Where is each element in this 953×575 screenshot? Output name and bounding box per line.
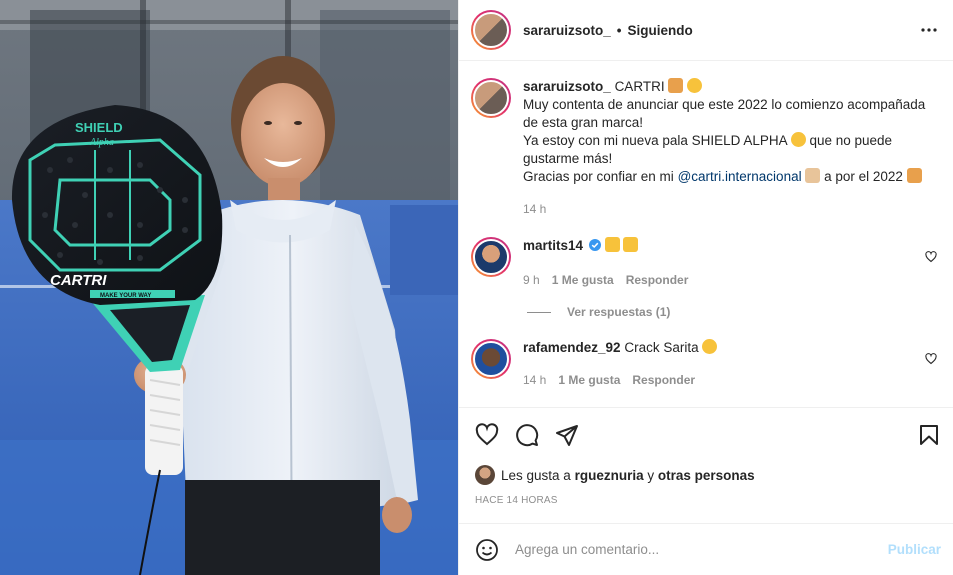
comment-avatar[interactable] — [471, 237, 511, 277]
more-horizontal-icon — [921, 28, 937, 32]
post-side-panel: sararuizsoto_ • Siguiendo sararuizsoto_ … — [458, 0, 953, 575]
verified-badge-icon — [588, 239, 601, 251]
clapping-emoji-icon — [604, 237, 620, 252]
comment-input[interactable] — [515, 542, 888, 557]
likes-prefix: Les gusta a — [501, 467, 571, 483]
comment-likes[interactable]: 1 Me gusta — [558, 371, 620, 389]
caption-avatar[interactable] — [471, 78, 511, 118]
comments-list: sararuizsoto_ CARTRI Muy contenta de anu… — [459, 61, 953, 407]
heart-eyes-emoji-icon — [702, 339, 718, 354]
comment-meta: 14 h 1 Me gusta Responder — [523, 371, 911, 389]
mention-link[interactable]: @cartri.internacional — [678, 169, 802, 184]
author-avatar[interactable] — [471, 10, 511, 50]
comment-bubble-icon[interactable] — [515, 423, 539, 447]
post-photo[interactable]: SHIELD Alpha CARTRI MAKE YOUR WAY — [0, 0, 458, 575]
reply-button[interactable]: Responder — [626, 271, 689, 289]
paddle-brand-text: CARTRI — [50, 272, 107, 289]
liker-username[interactable]: rgueznuria — [575, 468, 644, 483]
caption-line-1: CARTRI — [614, 79, 665, 94]
caption-time[interactable]: 14 h — [523, 200, 546, 218]
reply-button[interactable]: Responder — [632, 371, 695, 389]
likes-summary: Les gusta a rgueznuria y otras personas — [459, 461, 953, 485]
caption: sararuizsoto_ CARTRI Muy contenta de anu… — [471, 78, 939, 218]
liker-avatar[interactable] — [475, 465, 495, 485]
hands-emoji-icon — [906, 168, 922, 183]
paddle-slogan-text: MAKE YOUR WAY — [100, 293, 151, 299]
like-comment-heart-icon[interactable] — [925, 353, 937, 365]
add-comment-bar: Publicar — [459, 523, 953, 575]
comment-username[interactable]: martits14 — [523, 238, 583, 253]
comment-text: Crack Sarita — [624, 340, 699, 355]
comment-item: martits14 9 h 1 Me gusta Responder — [471, 237, 939, 289]
other-likers-link[interactable]: otras personas — [658, 468, 755, 483]
following-button[interactable]: Siguiendo — [628, 23, 693, 38]
caption-body: sararuizsoto_ CARTRI Muy contenta de anu… — [523, 78, 939, 218]
view-replies-button[interactable]: Ver respuestas (1) — [527, 305, 939, 319]
save-bookmark-icon[interactable] — [917, 423, 941, 447]
comment-item: rafamendez_92 Crack Sarita 14 h 1 Me gus… — [471, 339, 939, 389]
view-replies-label: Ver respuestas (1) — [567, 305, 671, 319]
paddle-model-sub-text: Alpha — [89, 137, 114, 148]
post-header: sararuizsoto_ • Siguiendo — [459, 0, 953, 61]
more-options-button[interactable] — [919, 20, 939, 40]
share-paper-plane-icon[interactable] — [555, 423, 579, 447]
caption-line-7: a por el 2022 — [824, 169, 903, 184]
instagram-post: SHIELD Alpha CARTRI MAKE YOUR WAY sararu… — [0, 0, 953, 575]
likes-joiner: y — [647, 467, 655, 483]
comment-time[interactable]: 14 h — [523, 371, 546, 389]
caption-line-2: Muy contenta de anunciar que este 2022 l… — [523, 97, 926, 130]
heart-eyes-emoji-icon — [687, 78, 703, 93]
author-username[interactable]: sararuizsoto_ — [523, 23, 611, 38]
comment-body: rafamendez_92 Crack Sarita 14 h 1 Me gus… — [523, 339, 939, 389]
like-heart-icon[interactable] — [475, 422, 499, 447]
smiling-hearts-emoji-icon — [790, 132, 806, 147]
emoji-smiley-icon[interactable] — [475, 538, 499, 562]
clapping-emoji-icon — [623, 237, 639, 252]
like-comment-heart-icon[interactable] — [925, 251, 937, 263]
flexed-biceps-emoji-icon — [805, 168, 821, 183]
comment-avatar[interactable] — [471, 339, 511, 379]
caption-line-3: Ya estoy con mi nueva pala SHIELD ALPHA — [523, 133, 787, 148]
header-separator: • — [616, 22, 622, 38]
comment-time[interactable]: 9 h — [523, 271, 540, 289]
publish-button[interactable]: Publicar — [888, 542, 941, 557]
caption-meta: 14 h — [523, 200, 939, 218]
post-timestamp[interactable]: HACE 14 HORAS — [459, 485, 953, 523]
post-actions — [459, 407, 953, 461]
comment-body: martits14 9 h 1 Me gusta Responder — [523, 237, 939, 289]
paddle-model-text: SHIELD — [75, 120, 123, 135]
comment-meta: 9 h 1 Me gusta Responder — [523, 271, 911, 289]
hands-emoji-icon — [668, 78, 684, 93]
caption-line-5: Gracias por confiar en mi — [523, 169, 674, 184]
replies-divider-line — [527, 311, 551, 313]
photo-scene: SHIELD Alpha CARTRI MAKE YOUR WAY — [0, 0, 458, 575]
comment-username[interactable]: rafamendez_92 — [523, 340, 621, 355]
caption-username[interactable]: sararuizsoto_ — [523, 79, 611, 94]
comment-likes[interactable]: 1 Me gusta — [552, 271, 614, 289]
